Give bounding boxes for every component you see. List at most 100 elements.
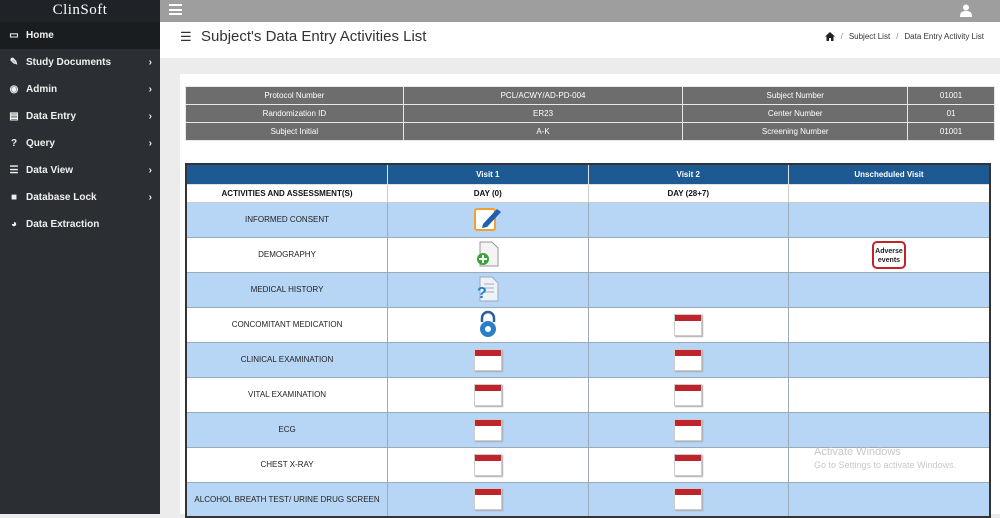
center-number-label: Center Number [682, 104, 909, 123]
adverse-events-icon[interactable]: Adverse events [871, 240, 906, 269]
subheader-activities: ACTIVITIES AND ASSESSMENT(S) [185, 183, 389, 203]
calendar-icon[interactable] [473, 453, 502, 476]
lock-badge-icon[interactable] [475, 310, 501, 340]
subheader-day-28: DAY (28+7) [587, 183, 789, 203]
table-row: DEMOGRAPHY Adverse events [185, 236, 991, 273]
sidebar-item-query[interactable]: ? Query › [0, 130, 160, 157]
activity-name: DEMOGRAPHY [185, 236, 389, 273]
subheader-day-0: DAY (0) [387, 183, 589, 203]
activity-name: CHEST X-RAY [185, 446, 389, 483]
screening-number-label: Screening Number [682, 122, 909, 141]
calendar-icon[interactable] [674, 383, 703, 406]
sidebar: ClinSoft ▭ Home ✎ Study Documents › ◉ Admin › ▤ D… [0, 0, 160, 514]
sidebar-item-label: Data View [26, 165, 74, 176]
table-row: ECG [185, 411, 991, 448]
screening-number-value: 01001 [907, 122, 995, 141]
sidebar-item-label: Data Extraction [26, 219, 100, 230]
calendar-icon[interactable] [674, 488, 703, 511]
subject-initial-value: A-K [402, 122, 684, 141]
visit-cell-v2 [587, 236, 789, 273]
chevron-right-icon: › [148, 84, 152, 95]
car-icon: ◉ [9, 84, 19, 95]
visit-cell-v1 [387, 481, 589, 518]
calendar-icon[interactable] [674, 418, 703, 441]
sidebar-item-data-entry[interactable]: ▤ Data Entry › [0, 103, 160, 130]
visit-cell-v2 [587, 411, 789, 448]
sidebar-item-label: Home [26, 30, 54, 41]
visit-cell-v2 [587, 446, 789, 483]
calendar-icon[interactable] [674, 453, 703, 476]
column-header-activity [185, 163, 389, 185]
calendar-icon[interactable] [473, 348, 502, 371]
visit-cell-u [787, 306, 991, 343]
breadcrumb: / Subject List / Data Entry Activity Lis… [824, 32, 984, 41]
activity-name: MEDICAL HISTORY [185, 271, 389, 308]
visit-cell-v1 [387, 376, 589, 413]
visit-cell-v1 [387, 446, 589, 483]
chevron-right-icon: › [148, 192, 152, 203]
sidebar-item-study-documents[interactable]: ✎ Study Documents › [0, 49, 160, 76]
sidebar-item-admin[interactable]: ◉ Admin › [0, 76, 160, 103]
breadcrumb-current: Data Entry Activity List [904, 32, 984, 41]
calendar-icon[interactable] [674, 348, 703, 371]
lock-icon: ■ [10, 192, 18, 203]
visit-cell-u [787, 201, 991, 238]
subject-initial-label: Subject Initial [185, 122, 404, 141]
table-row: MEDICAL HISTORY? [185, 271, 991, 308]
laptop-icon: ▭ [9, 30, 19, 41]
visit-cell-v2 [587, 341, 789, 378]
activity-name: VITAL EXAMINATION [185, 376, 389, 413]
protocol-label: Protocol Number [185, 86, 404, 105]
visit-cell-v1 [387, 201, 589, 238]
calendar-icon[interactable] [473, 383, 502, 406]
page-title-text: Subject's Data Entry Activities List [201, 28, 427, 45]
sidebar-item-label: Admin [26, 84, 58, 95]
sidebar-item-data-extraction[interactable]: ◕ Data Extraction [0, 211, 160, 238]
table-row: CLINICAL EXAMINATION [185, 341, 991, 378]
sidebar-nav: ▭ Home ✎ Study Documents › ◉ Admin › ▤ Data Entry… [0, 22, 160, 238]
visit-cell-v2 [587, 271, 789, 308]
subject-info-table: Protocol Number PCL/ACWY/AD-PD-004 Subje… [185, 86, 995, 141]
sidebar-item-label: Data Entry [26, 111, 77, 122]
help-document-icon[interactable]: ? [474, 276, 502, 304]
table-icon: ☰ [9, 165, 19, 176]
activity-name: ALCOHOL BREATH TEST/ URINE DRUG SCREEN [185, 481, 389, 518]
visit-cell-v2 [587, 481, 789, 518]
menu-toggle-icon[interactable] [169, 4, 182, 15]
svg-text:?: ? [477, 285, 487, 302]
sidebar-item-data-view[interactable]: ☰ Data View › [0, 157, 160, 184]
column-header-unscheduled: Unscheduled Visit [787, 163, 991, 185]
visit-cell-v1: ? [387, 271, 589, 308]
randomization-value: ER23 [402, 104, 684, 123]
breadcrumb-separator: / [840, 32, 843, 41]
calendar-icon[interactable] [473, 418, 502, 441]
edit-form-icon[interactable] [473, 206, 503, 234]
sidebar-item-home[interactable]: ▭ Home [0, 22, 160, 49]
activity-name: CONCOMITANT MEDICATION [185, 306, 389, 343]
center-number-value: 01 [907, 104, 995, 123]
sidebar-item-database-lock[interactable]: ■ Database Lock › [0, 184, 160, 211]
watermark-subtitle: Go to Settings to activate Windows. [814, 460, 957, 470]
activity-name: ECG [185, 411, 389, 448]
breadcrumb-subject-list[interactable]: Subject List [849, 32, 890, 41]
visit-cell-v2 [587, 376, 789, 413]
home-icon[interactable] [824, 32, 835, 41]
top-bar [160, 0, 1000, 22]
add-document-icon[interactable] [474, 241, 502, 269]
chevron-right-icon: › [148, 138, 152, 149]
chevron-right-icon: › [148, 111, 152, 122]
user-icon[interactable] [960, 4, 972, 17]
visit-cell-v2 [587, 201, 789, 238]
calendar-icon[interactable] [473, 488, 502, 511]
calendar-icon[interactable] [674, 313, 703, 336]
table-row: CONCOMITANT MEDICATION [185, 306, 991, 343]
page-title: ☰ Subject's Data Entry Activities List [180, 28, 426, 45]
visit-cell-u [787, 271, 991, 308]
visit-cell-v1 [387, 411, 589, 448]
randomization-label: Randomization ID [185, 104, 404, 123]
table-row: ALCOHOL BREATH TEST/ URINE DRUG SCREEN [185, 481, 991, 518]
visit-cell-v1 [387, 341, 589, 378]
subheader-unscheduled [787, 183, 991, 203]
subject-number-label: Subject Number [682, 86, 909, 105]
watermark-title: Activate Windows [814, 446, 901, 458]
